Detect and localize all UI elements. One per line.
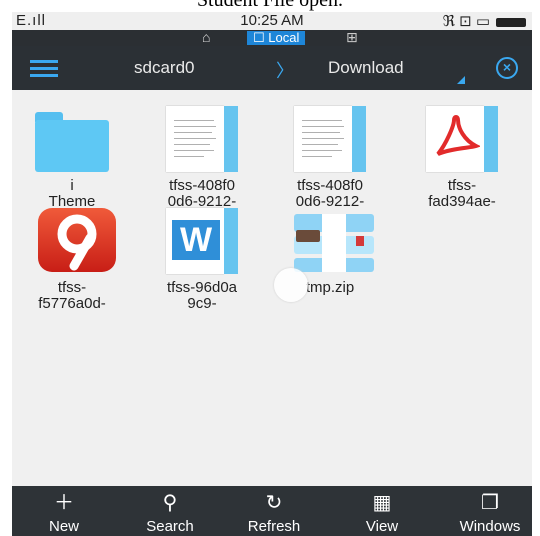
file-name: tfss-96d0a 9c9- [166,279,238,312]
nine-icon [57,214,97,271]
breadcrumb-current[interactable]: Download [328,58,404,78]
file-item[interactable]: tfss-408f0 0d6-9212- [152,106,252,210]
status-icons-text: ℜ ⊡ ▭ [442,13,490,30]
grid-icon: ▦ [372,492,392,514]
windows-label: Windows [459,518,521,535]
document-icon [162,106,242,172]
status-icons: ℜ ⊡ ▭ [443,12,526,30]
close-icon[interactable]: × [496,57,518,79]
file-item[interactable]: W tfss-96d0a 9c9- [152,208,252,312]
search-icon: ⚲ [162,492,178,514]
new-button[interactable]: ＋ New [24,486,104,536]
file-name: tfss-fad394ae- [428,177,496,210]
home-icon[interactable]: ⌂ [202,29,210,45]
windows-icon: ❐ [481,492,499,514]
loading-spinner [274,268,308,302]
breadcrumb-root[interactable]: sdcard0 [134,58,194,78]
search-label: Search [146,518,194,535]
file-item[interactable]: tfss-408f0 0d6-9212- [280,106,380,210]
battery-icon [496,17,526,27]
search-button[interactable]: ⚲ Search [130,486,210,536]
caption-text: Student File open. [196,0,344,11]
view-button[interactable]: ▦ View [342,486,422,536]
app-icon [32,208,116,272]
view-label: View [365,518,399,535]
new-label: New [48,518,79,535]
path-bar: sdcard0 〉 Download × [12,46,532,90]
plus-icon: ＋ [54,492,74,514]
local-tab[interactable]: ☐ Local [247,31,306,45]
file-name: tfss-408f0 0d6-9212- [167,177,237,210]
refresh-label: Refresh [247,518,301,535]
dropdown-corner-icon[interactable] [457,76,465,84]
file-grid: i Theme tfss-408f0 0d6-9212- tfss-408f0 0d6… [12,90,532,486]
caption: Student File open. [0,0,540,12]
chevron-right-icon: 〉 [276,61,294,81]
folder-icon [32,106,112,172]
zip-icon [290,208,374,272]
file-name: tfss-408f0 0d6-9212- [295,177,365,210]
file-name: i Theme [48,177,96,210]
file-item[interactable]: i Theme [22,106,122,210]
refresh-button[interactable]: ↻ Refresh [234,486,314,536]
file-name: tfss-f5776a0d- [38,279,106,312]
menu-icon[interactable] [30,60,58,77]
location-bar: ⌂ ☐ Local ⊞ [12,29,532,46]
refresh-icon: ↻ [265,492,283,514]
file-item[interactable]: tfss-fad394ae- [412,106,512,210]
status-bar: E.ıll 10:25 AM ℜ ⊡ ▭ [12,12,532,30]
file-item[interactable]: tfss-f5776a0d- [22,208,122,312]
bottom-toolbar: ＋ New ⚲ Search ↻ Refresh ▦ View ❐ Window… [12,486,532,536]
windows-button[interactable]: ❐ Windows [450,486,530,536]
pdf-icon [422,106,502,172]
acrobat-icon [436,115,480,156]
network-icon[interactable]: ⊞ [346,29,358,46]
document-icon [290,106,370,172]
word-icon: W [162,208,242,274]
